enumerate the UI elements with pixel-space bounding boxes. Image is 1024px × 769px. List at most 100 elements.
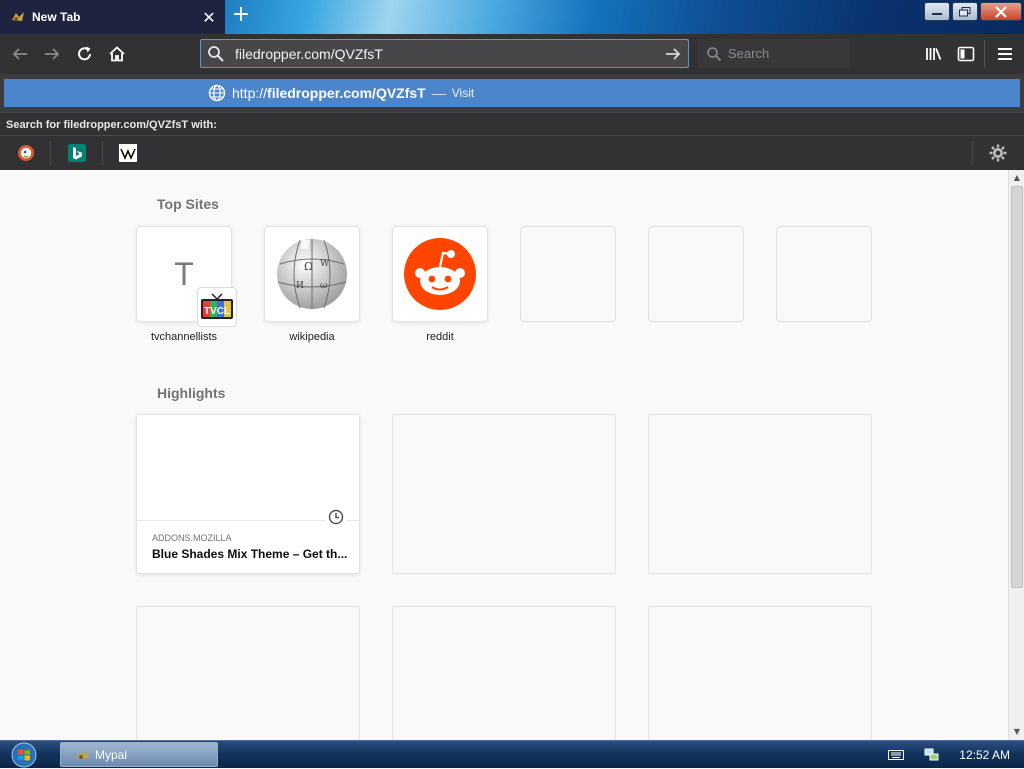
keyboard-icon[interactable] xyxy=(887,747,905,763)
top-site-label: tvchannellists xyxy=(150,331,218,343)
clock-icon xyxy=(325,506,347,528)
windows-start-icon xyxy=(11,742,37,768)
search-with-label: Search for filedropper.com/QVZfsT with: xyxy=(0,112,1024,136)
svg-text:W: W xyxy=(320,259,330,269)
duckduckgo-icon[interactable] xyxy=(15,143,37,163)
new-tab-page: Top Sites T TVCL tvchannellists Ω W И ω … xyxy=(0,170,1008,740)
highlight-card-image xyxy=(137,415,359,528)
library-button[interactable] xyxy=(922,42,946,66)
navigation-toolbar xyxy=(0,34,1024,74)
top-site-empty[interactable] xyxy=(520,226,616,322)
hamburger-menu-icon xyxy=(998,48,1012,60)
top-site-tile[interactable]: Ω W И ω xyxy=(264,226,360,322)
tab-close-icon[interactable]: ✕ xyxy=(199,8,219,27)
window-controls xyxy=(924,2,1022,21)
engine-divider xyxy=(50,141,51,165)
forward-button[interactable] xyxy=(40,42,64,66)
top-sites-heading: Top Sites xyxy=(157,196,219,212)
reload-icon xyxy=(78,46,91,61)
taskbar-item-mypal[interactable]: Mypal xyxy=(60,742,218,767)
top-site-tile[interactable]: T TVCL xyxy=(136,226,237,327)
url-suggestion-row[interactable]: http://filedropper.com/QVZfsT — Visit xyxy=(4,79,1020,107)
library-icon xyxy=(926,48,942,60)
highlight-placeholder xyxy=(648,414,872,574)
tab-strip: New Tab ✕ + xyxy=(0,0,1024,34)
url-input[interactable] xyxy=(231,40,658,67)
restore-icon xyxy=(959,6,971,16)
tab-title: New Tab xyxy=(32,10,81,24)
reddit-icon xyxy=(404,238,476,310)
new-tab-button[interactable]: + xyxy=(230,4,252,27)
top-site-placeholder[interactable] xyxy=(776,226,872,322)
bing-icon[interactable] xyxy=(66,143,88,163)
close-icon xyxy=(995,5,1007,18)
svg-text:И: И xyxy=(296,281,304,291)
top-site-placeholder[interactable] xyxy=(648,226,744,322)
scroll-up-icon[interactable]: ▲ xyxy=(1009,170,1024,186)
scroll-down-icon[interactable]: ▼ xyxy=(1009,724,1024,740)
taskbar-item-label: Mypal xyxy=(95,747,128,762)
back-arrow-icon xyxy=(12,48,27,60)
wikipedia-globe-icon: Ω W И ω xyxy=(277,239,347,309)
reload-button[interactable] xyxy=(73,42,97,66)
highlight-source: ADDONS.MOZILLA xyxy=(152,533,232,543)
highlight-placeholder xyxy=(392,414,616,574)
go-button[interactable] xyxy=(658,46,688,62)
url-bar[interactable] xyxy=(200,39,689,68)
site-letter-icon: T xyxy=(174,255,194,292)
wikipedia-icon[interactable] xyxy=(117,143,139,163)
search-bar[interactable] xyxy=(698,39,910,68)
tvcl-icon: TVCL xyxy=(197,287,237,327)
scrollbar-thumb[interactable] xyxy=(1011,186,1023,588)
suggestion-url-prefix: http:// xyxy=(232,85,268,101)
top-site-tvchannellists[interactable]: T TVCL tvchannellists xyxy=(136,226,237,343)
highlight-card[interactable]: ADDONS.MOZILLA Blue Shades Mix Theme – G… xyxy=(136,414,360,574)
top-site-empty[interactable] xyxy=(776,226,872,322)
sidebar-button[interactable] xyxy=(954,42,978,66)
start-button[interactable] xyxy=(6,742,42,768)
taskbar: Mypal 12:52 AM xyxy=(0,740,1024,768)
highlights-heading: Highlights xyxy=(157,385,226,401)
one-off-search-engines xyxy=(0,136,1024,170)
mypal-icon xyxy=(12,12,24,21)
search-input[interactable] xyxy=(722,46,910,61)
highlight-placeholder xyxy=(136,606,360,740)
search-settings-button[interactable] xyxy=(988,143,1010,165)
vertical-scrollbar[interactable]: ▲ ▼ xyxy=(1008,170,1024,740)
sidebar-icon xyxy=(957,46,975,62)
go-arrow-icon xyxy=(666,47,681,60)
highlight-placeholder xyxy=(648,606,872,740)
top-site-placeholder[interactable] xyxy=(520,226,616,322)
window-close-button[interactable] xyxy=(980,2,1022,21)
back-button[interactable] xyxy=(8,42,32,66)
search-icon xyxy=(207,45,231,63)
top-site-tile[interactable] xyxy=(392,226,488,322)
gear-icon xyxy=(989,144,1007,162)
top-site-label: reddit xyxy=(426,331,454,343)
network-icon[interactable] xyxy=(923,747,941,763)
suggestion-separator: — xyxy=(431,85,446,101)
top-site-wikipedia[interactable]: Ω W И ω wikipedia xyxy=(264,226,360,343)
home-icon xyxy=(109,46,125,62)
minimize-button[interactable] xyxy=(924,2,950,21)
top-site-label: wikipedia xyxy=(289,331,335,343)
svg-text:ω: ω xyxy=(320,281,327,291)
highlight-title: Blue Shades Mix Theme – Get th... xyxy=(152,547,348,561)
highlight-placeholder xyxy=(392,606,616,740)
menu-button[interactable] xyxy=(993,42,1017,66)
top-site-empty[interactable] xyxy=(648,226,744,322)
svg-text:Ω: Ω xyxy=(304,260,313,273)
toolbar-divider xyxy=(984,40,985,68)
restore-button[interactable] xyxy=(952,2,978,21)
engine-divider xyxy=(102,141,103,165)
search-icon xyxy=(706,46,722,62)
engine-divider xyxy=(972,141,973,165)
suggestion-action: Visit xyxy=(451,86,475,100)
minimize-icon xyxy=(932,12,942,15)
home-button[interactable] xyxy=(105,42,129,66)
taskbar-clock[interactable]: 12:52 AM xyxy=(959,748,1010,762)
top-site-reddit[interactable]: reddit xyxy=(392,226,488,343)
forward-arrow-icon xyxy=(45,48,60,60)
globe-icon xyxy=(208,84,226,102)
tab-new-tab[interactable]: New Tab ✕ xyxy=(0,0,225,34)
